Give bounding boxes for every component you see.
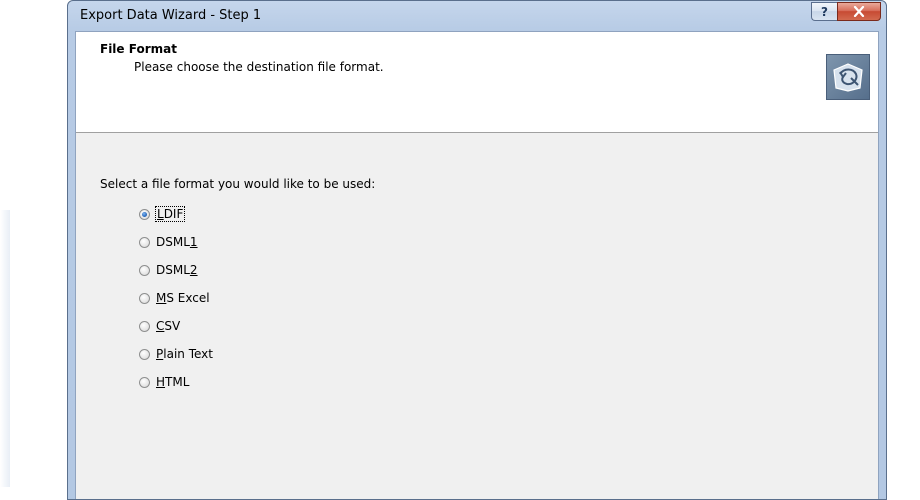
- radio-label-html: HTML: [156, 375, 190, 389]
- wizard-body: Select a file format you would like to b…: [76, 133, 878, 499]
- radio-label-plain-text: Plain Text: [156, 347, 213, 361]
- close-icon: [853, 6, 865, 17]
- format-prompt: Select a file format you would like to b…: [100, 177, 376, 191]
- dialog-client-area: File Format Please choose the destinatio…: [75, 31, 879, 499]
- radio-ms-excel[interactable]: MS Excel: [139, 289, 210, 307]
- radio-label-ldif: LDIF: [154, 206, 186, 222]
- caption-buttons: ?: [811, 2, 881, 22]
- radio-label-ms-excel: MS Excel: [156, 291, 210, 305]
- radio-label-csv: CSV: [156, 319, 181, 333]
- radio-dsml2[interactable]: DSML2: [139, 261, 198, 279]
- background-strip: [0, 210, 10, 487]
- window-title: Export Data Wizard - Step 1: [80, 8, 262, 23]
- title-bar[interactable]: Export Data Wizard - Step 1 ?: [68, 1, 886, 31]
- radio-button-checked[interactable]: [139, 208, 150, 220]
- radio-dsml1[interactable]: DSML1: [139, 233, 198, 251]
- radio-html[interactable]: HTML: [139, 373, 189, 391]
- wizard-logo-icon: [826, 54, 870, 100]
- radio-label-dsml2: DSML2: [156, 263, 198, 277]
- wizard-header: File Format Please choose the destinatio…: [76, 32, 878, 133]
- help-icon: ?: [821, 4, 828, 19]
- radio-label-dsml1: DSML1: [156, 235, 198, 249]
- page-subtitle: Please choose the destination file forma…: [134, 60, 384, 74]
- radio-button[interactable]: [139, 292, 150, 304]
- page-title: File Format: [100, 42, 177, 56]
- radio-button[interactable]: [139, 236, 150, 248]
- close-button[interactable]: [837, 2, 881, 21]
- radio-csv[interactable]: CSV: [139, 317, 180, 335]
- radio-button[interactable]: [139, 348, 150, 360]
- radio-button[interactable]: [139, 264, 150, 276]
- radio-button[interactable]: [139, 320, 150, 332]
- help-button[interactable]: ?: [811, 2, 837, 21]
- radio-ldif[interactable]: LDIF: [139, 205, 186, 223]
- export-wizard-dialog: Export Data Wizard - Step 1 ? File Forma…: [67, 0, 887, 500]
- radio-plain-text[interactable]: Plain Text: [139, 345, 213, 363]
- radio-button[interactable]: [139, 376, 150, 388]
